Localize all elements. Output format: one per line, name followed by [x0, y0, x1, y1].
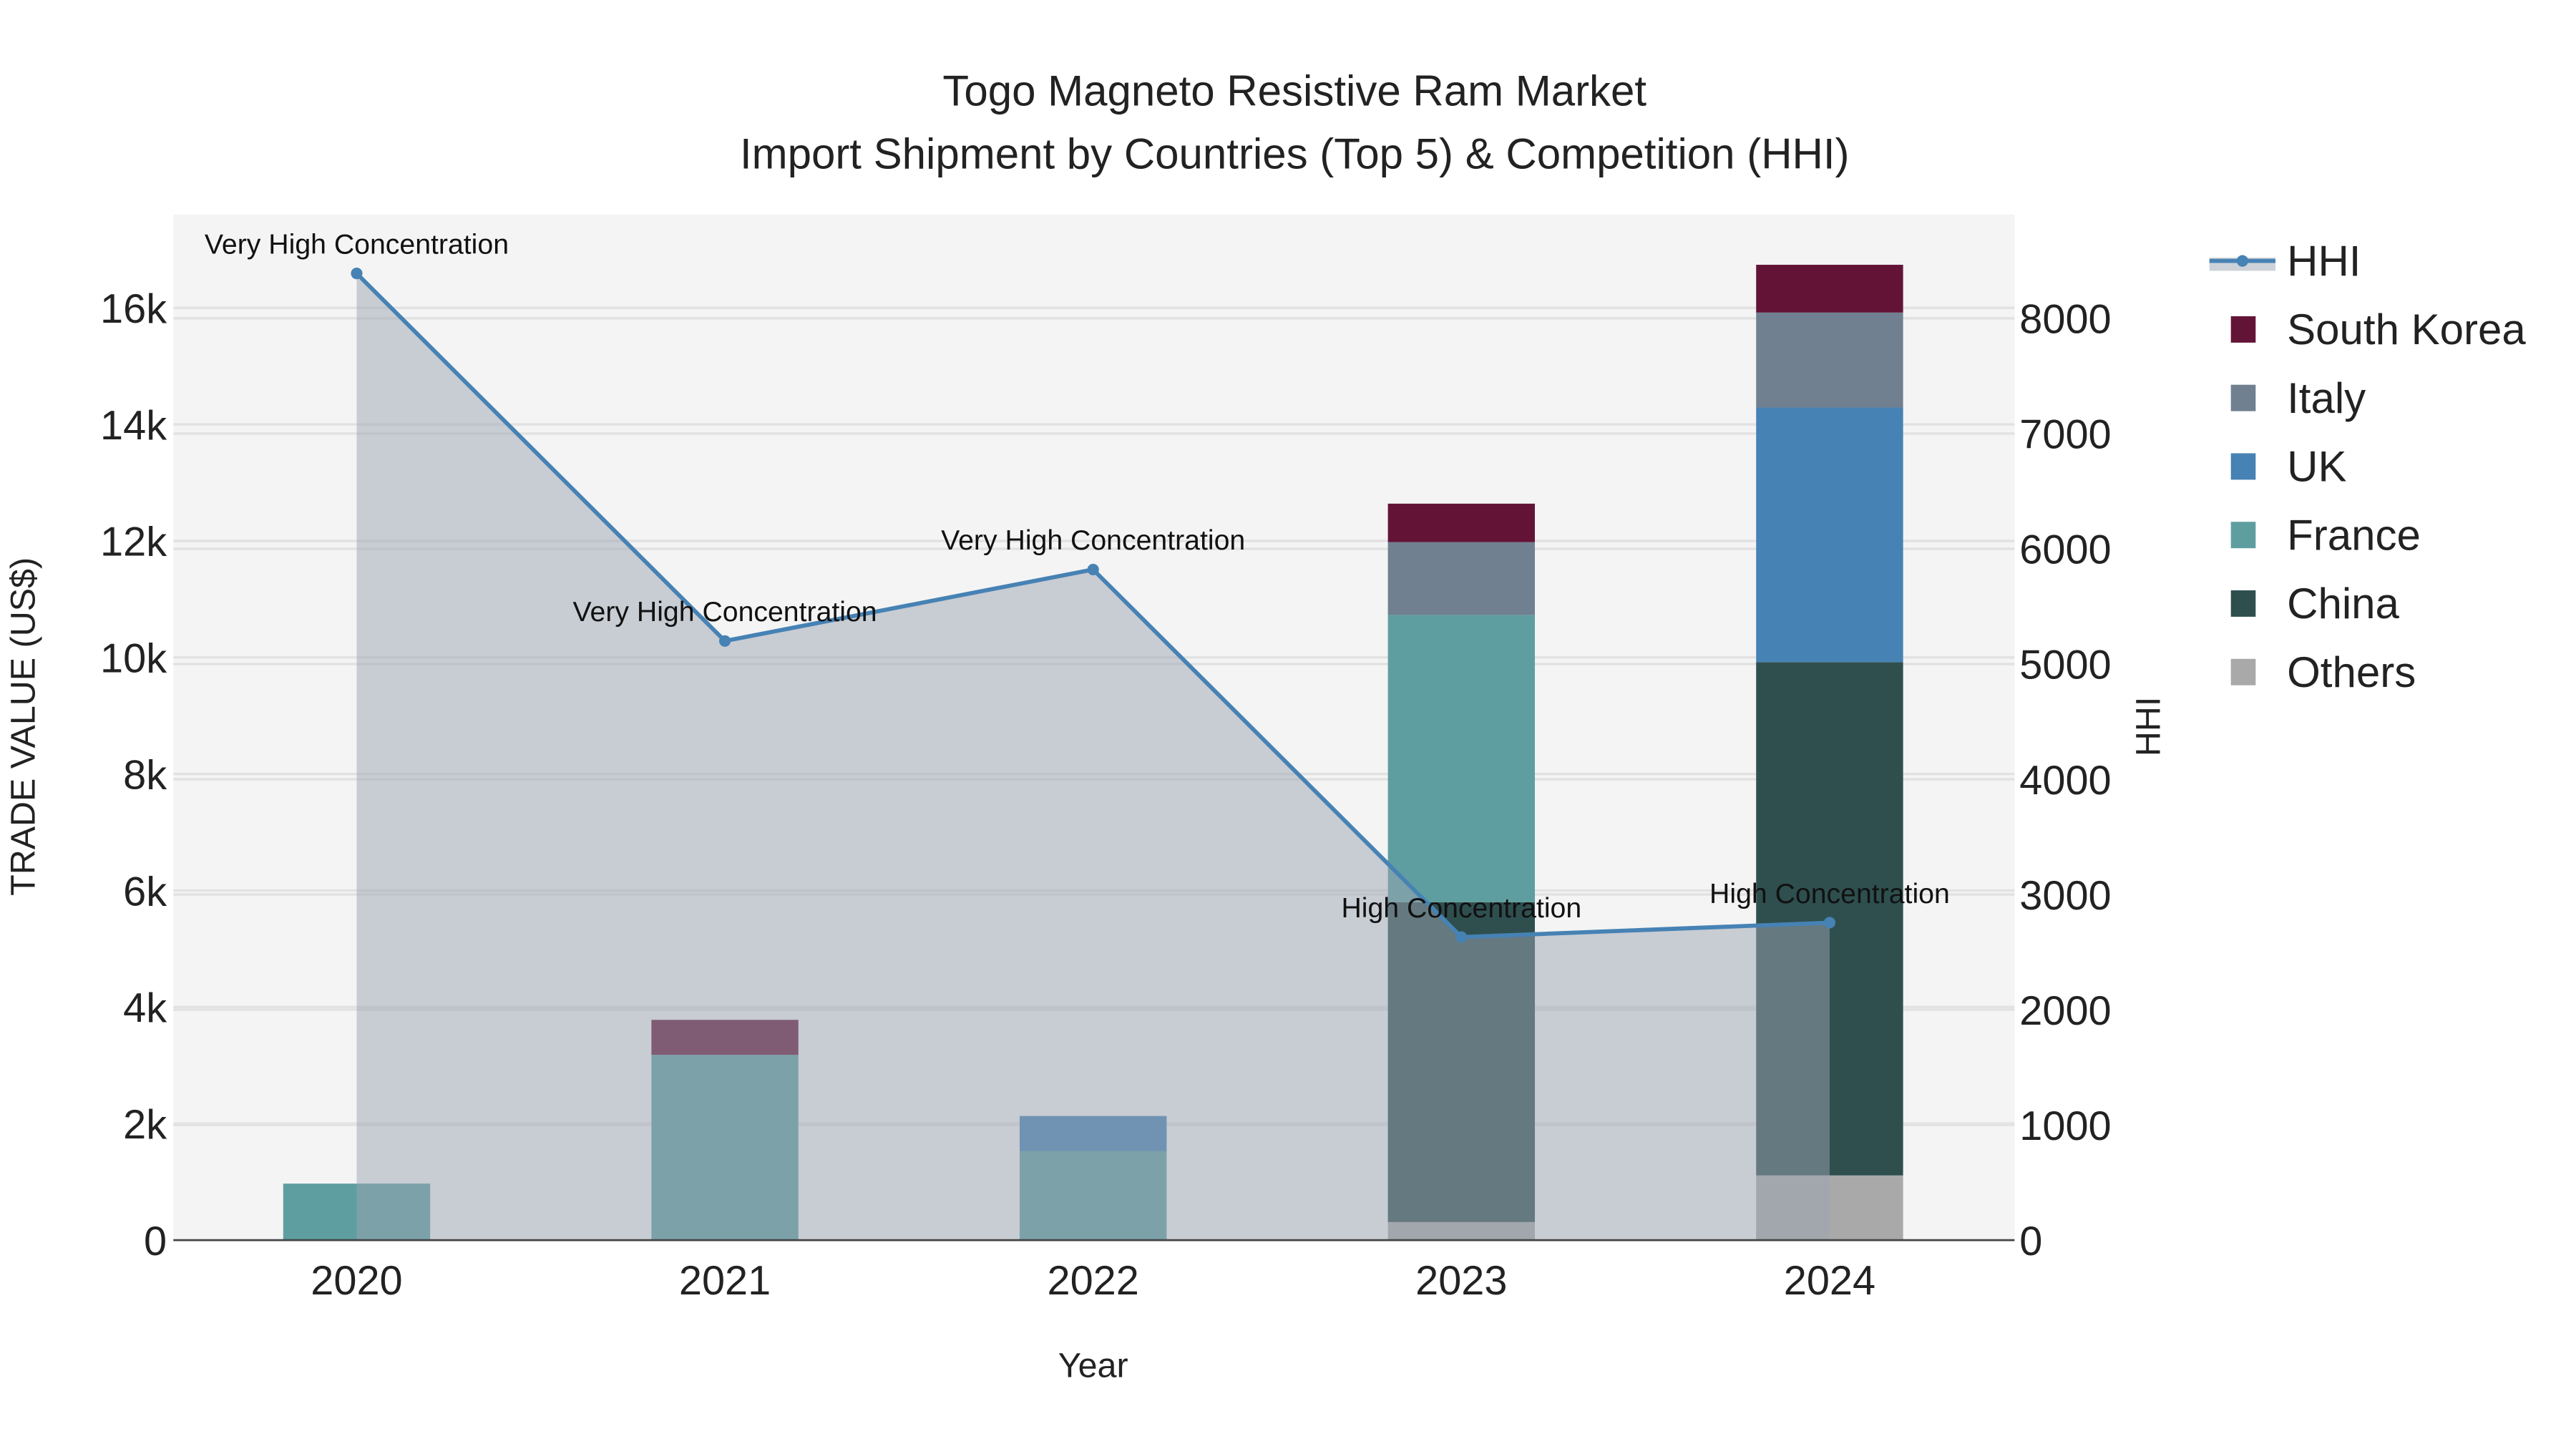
legend-label-others: Others [2287, 648, 2416, 696]
legend-swatch-france [2230, 522, 2256, 549]
y2-tick-label: 5000 [2019, 643, 2111, 688]
y2-tick-label: 6000 [2019, 527, 2111, 573]
x-axis-title: Year [1058, 1347, 1128, 1385]
x-tick-label: 2023 [1415, 1258, 1507, 1304]
y-axis-ticks: 0 2k 4k 6k 8k 10k 12k 14k 16k [100, 286, 167, 1264]
bar-italy-2024 [1756, 312, 1903, 408]
y2-tick-label: 3000 [2019, 873, 2111, 919]
y-tick-label: 0 [144, 1219, 167, 1264]
legend-label-hhi: HHI [2287, 237, 2361, 285]
legend-swatch-italy [2230, 384, 2256, 411]
chart-title: Togo Magneto Resistive Ram Market [942, 67, 1646, 115]
y-tick-label: 10k [100, 636, 167, 682]
chart: Very High Concentration Very High Concent… [4, 67, 2526, 1385]
y2-tick-label: 1000 [2019, 1103, 2111, 1149]
x-axis-ticks: 2020 2021 2022 2023 2024 [311, 1258, 1875, 1304]
bar-south-korea-2023 [1387, 503, 1535, 542]
bar-uk-2024 [1756, 407, 1903, 663]
y-tick-label: 6k [123, 869, 167, 914]
y-tick-label: 12k [100, 519, 167, 565]
legend-label-uk: UK [2287, 443, 2346, 491]
legend-swatch-uk [2230, 453, 2256, 480]
legend-label-south-korea: South Korea [2287, 306, 2526, 353]
y-tick-label: 16k [100, 286, 167, 332]
hhi-point-2023 [1455, 931, 1468, 943]
y-tick-label: 14k [100, 403, 167, 449]
hhi-annotation: Very High Concentration [205, 228, 509, 260]
hhi-point-2022 [1087, 563, 1099, 576]
legend-swatch-south-korea [2230, 316, 2256, 343]
legend-swatch-others [2230, 658, 2256, 686]
y2-tick-label: 2000 [2019, 988, 2111, 1034]
x-tick-label: 2021 [679, 1258, 771, 1304]
x-tick-label: 2022 [1048, 1258, 1139, 1304]
legend-swatch-china [2230, 590, 2256, 617]
chart-subtitle: Import Shipment by Countries (Top 5) & C… [740, 130, 1850, 177]
legend: HHI South Korea Italy UK France China Others [2209, 237, 2526, 696]
legend-label-italy: Italy [2287, 374, 2366, 422]
y2-tick-label: 4000 [2019, 758, 2111, 804]
hhi-annotation: High Concentration [1709, 878, 1950, 909]
bar-italy-2023 [1387, 542, 1535, 615]
y2-tick-label: 8000 [2019, 297, 2111, 343]
y-tick-label: 8k [123, 752, 167, 798]
hhi-annotation: Very High Concentration [573, 596, 877, 628]
hhi-point-2020 [351, 268, 363, 280]
legend-label-china: China [2287, 580, 2399, 628]
x-tick-label: 2024 [1784, 1258, 1875, 1304]
hhi-annotation: High Concentration [1341, 892, 1581, 924]
legend-hhi-swatch-marker [2236, 255, 2248, 267]
y-tick-label: 2k [123, 1102, 167, 1148]
bar-south-korea-2024 [1756, 265, 1903, 313]
hhi-annotation: Very High Concentration [941, 525, 1245, 556]
y-axis-title: TRADE VALUE (US$) [4, 557, 42, 896]
hhi-point-2021 [719, 635, 731, 647]
x-tick-label: 2020 [311, 1258, 402, 1304]
legend-label-france: France [2287, 511, 2421, 559]
y2-tick-label: 7000 [2019, 412, 2111, 458]
hhi-point-2024 [1823, 917, 1835, 929]
bar-france-2023 [1387, 615, 1535, 902]
y2-axis-ticks: 0 1000 2000 3000 4000 5000 6000 7000 8000 [2019, 297, 2111, 1264]
y-tick-label: 4k [123, 985, 167, 1031]
y2-axis-title: HHI [2129, 697, 2167, 756]
y2-tick-label: 0 [2019, 1219, 2042, 1264]
